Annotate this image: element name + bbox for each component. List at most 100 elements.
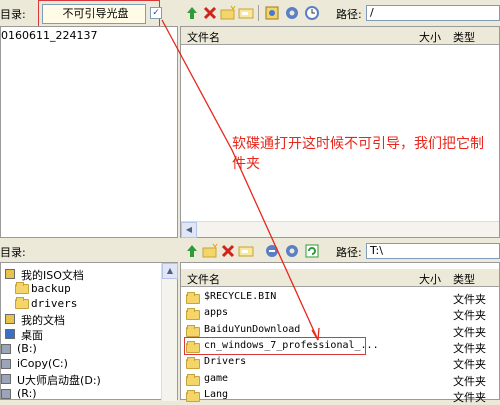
col-name[interactable]: 文件名 bbox=[187, 271, 220, 287]
tree-item-label: iCopy(C:) bbox=[17, 357, 68, 370]
boot-dropdown-value: 不可引导光盘 bbox=[62, 7, 129, 20]
top-right-list-pane: 文件名 大小 类型 ◀ bbox=[180, 26, 500, 238]
refresh-icon[interactable] bbox=[304, 243, 320, 259]
bottom-left-dir-label: 目录: bbox=[0, 246, 26, 259]
tree-item[interactable]: iCopy(C:) bbox=[1, 357, 161, 371]
annotation-line-2: 件夹 bbox=[232, 156, 260, 172]
tree-item-label: 桌面 bbox=[21, 329, 43, 342]
desktop-icon bbox=[5, 329, 15, 339]
file-name: $RECYCLE.BIN bbox=[204, 291, 277, 302]
rename-icon[interactable] bbox=[238, 243, 254, 259]
bottom-path-input[interactable]: T:\ bbox=[366, 243, 500, 259]
tree-vscrollbar[interactable]: ▲ bbox=[161, 263, 178, 401]
file-name: game bbox=[204, 372, 229, 384]
documents-icon bbox=[5, 314, 15, 324]
delete-icon[interactable] bbox=[202, 5, 218, 21]
annotation-line-1: 软碟通打开这时候不可引导，我们把它制 bbox=[232, 136, 484, 152]
col-size[interactable]: 大小 bbox=[419, 29, 441, 45]
tree-item[interactable]: 桌面 bbox=[1, 327, 161, 342]
col-size[interactable]: 大小 bbox=[419, 271, 441, 287]
table-row[interactable]: Lang 文件夹 bbox=[186, 388, 500, 404]
table-row[interactable]: game 文件夹 bbox=[186, 372, 500, 388]
bottom-left-tree-pane: 我的ISO文档 backup drivers 我的文档桌面 (B:) iCopy(C:) U… bbox=[0, 262, 178, 401]
col-type[interactable]: 类型 bbox=[453, 271, 475, 287]
top-right-toolbar: 路径: / bbox=[180, 0, 500, 26]
folder-icon bbox=[186, 357, 200, 370]
up-arrow-icon[interactable] bbox=[184, 243, 200, 259]
refresh-clock-icon[interactable] bbox=[304, 5, 320, 21]
top-left-dir-label: 目录: bbox=[0, 8, 26, 21]
tree-item-label: (B:) bbox=[17, 342, 37, 355]
new-folder-icon[interactable] bbox=[202, 243, 218, 259]
file-name: Drivers bbox=[204, 356, 247, 368]
col-type[interactable]: 类型 bbox=[453, 29, 475, 45]
file-type: 文件夹 bbox=[453, 374, 486, 388]
top-path-value: / bbox=[370, 6, 374, 19]
tree-item-label: 我的ISO文档 bbox=[21, 269, 84, 282]
tree-item-label: drivers bbox=[31, 297, 78, 310]
file-type: 文件夹 bbox=[453, 341, 486, 355]
iso-icon bbox=[5, 269, 15, 279]
properties-gear-icon[interactable] bbox=[284, 5, 300, 21]
bottom-path-label: 路径: bbox=[336, 246, 362, 259]
tree-item-label: (R:) bbox=[17, 387, 37, 400]
folder-icon bbox=[15, 282, 29, 294]
new-folder-icon[interactable] bbox=[220, 5, 236, 21]
rename-icon[interactable] bbox=[238, 5, 254, 21]
drive-icon bbox=[1, 389, 11, 399]
up-arrow-icon[interactable] bbox=[184, 5, 200, 21]
folder-icon bbox=[186, 308, 200, 321]
tree-item-session-label: 0160611_224137 bbox=[1, 29, 98, 42]
file-name: BaiduYunDownload bbox=[204, 323, 301, 335]
drive-icon bbox=[1, 359, 11, 369]
top-path-label: 路径: bbox=[336, 8, 362, 21]
file-type: 文件夹 bbox=[453, 325, 486, 339]
file-type: 文件夹 bbox=[453, 390, 486, 404]
scroll-left-button[interactable]: ◀ bbox=[181, 222, 197, 238]
file-name: Lang bbox=[204, 388, 229, 400]
bottom-right-toolbar: 路径: T:\ bbox=[180, 240, 500, 262]
tree-item-label: backup bbox=[31, 282, 71, 295]
properties-gear-icon[interactable] bbox=[284, 243, 300, 259]
file-type: 文件夹 bbox=[453, 358, 486, 372]
selected-folder-highlight bbox=[184, 337, 366, 355]
file-type: 文件夹 bbox=[453, 293, 486, 306]
dropdown-check-icon[interactable]: ✓ bbox=[150, 7, 162, 19]
folder-icon bbox=[186, 292, 200, 304]
table-row[interactable]: Drivers 文件夹 bbox=[186, 355, 500, 371]
tree-item[interactable]: (B:) bbox=[1, 342, 161, 356]
file-type: 文件夹 bbox=[453, 309, 486, 323]
top-path-input[interactable]: / bbox=[366, 5, 500, 21]
drive-icon bbox=[1, 374, 11, 384]
folder-icon bbox=[15, 297, 29, 309]
table-row[interactable]: $RECYCLE.BIN 文件夹 bbox=[186, 290, 500, 306]
extract-icon[interactable] bbox=[264, 243, 280, 259]
boot-dropdown[interactable]: 不可引导光盘 bbox=[42, 4, 146, 24]
tree-item[interactable]: 我的文档 bbox=[1, 312, 161, 327]
add-files-icon[interactable] bbox=[264, 5, 280, 21]
col-name[interactable]: 文件名 bbox=[187, 29, 220, 45]
top-left-tree-pane: 0160611_224137 bbox=[0, 26, 178, 238]
bottom-list-header: 文件名 大小 类型 bbox=[181, 269, 499, 287]
folder-icon bbox=[186, 389, 200, 402]
tree-item[interactable]: backup bbox=[1, 282, 161, 296]
delete-icon[interactable] bbox=[220, 243, 236, 259]
tree-item-session[interactable]: 0160611_224137 bbox=[1, 29, 171, 43]
tree-item[interactable]: U大师启动盘(D:) bbox=[1, 372, 161, 387]
folder-icon bbox=[186, 373, 200, 386]
table-row[interactable]: apps 文件夹 bbox=[186, 306, 500, 322]
bottom-left-header: 目录: bbox=[0, 240, 178, 262]
tree-item[interactable]: (R:) bbox=[1, 387, 161, 401]
bottom-path-value: T:\ bbox=[370, 244, 383, 257]
tree-item-label: U大师启动盘(D:) bbox=[17, 374, 101, 387]
toolbar-separator bbox=[258, 5, 259, 21]
tree-item[interactable]: 我的ISO文档 bbox=[1, 267, 161, 282]
annotation-text: 软碟通打开这时候不可引导，我们把它制 件夹 bbox=[232, 134, 500, 174]
drive-icon bbox=[1, 344, 11, 354]
tree-item[interactable]: drivers bbox=[1, 297, 161, 311]
top-list-hscrollbar[interactable]: ◀ bbox=[181, 221, 499, 238]
tree-item-label: 我的文档 bbox=[21, 314, 65, 327]
file-name: apps bbox=[204, 307, 229, 319]
tree-scroll-up-button[interactable]: ▲ bbox=[162, 263, 178, 279]
folder-icon bbox=[186, 324, 200, 337]
